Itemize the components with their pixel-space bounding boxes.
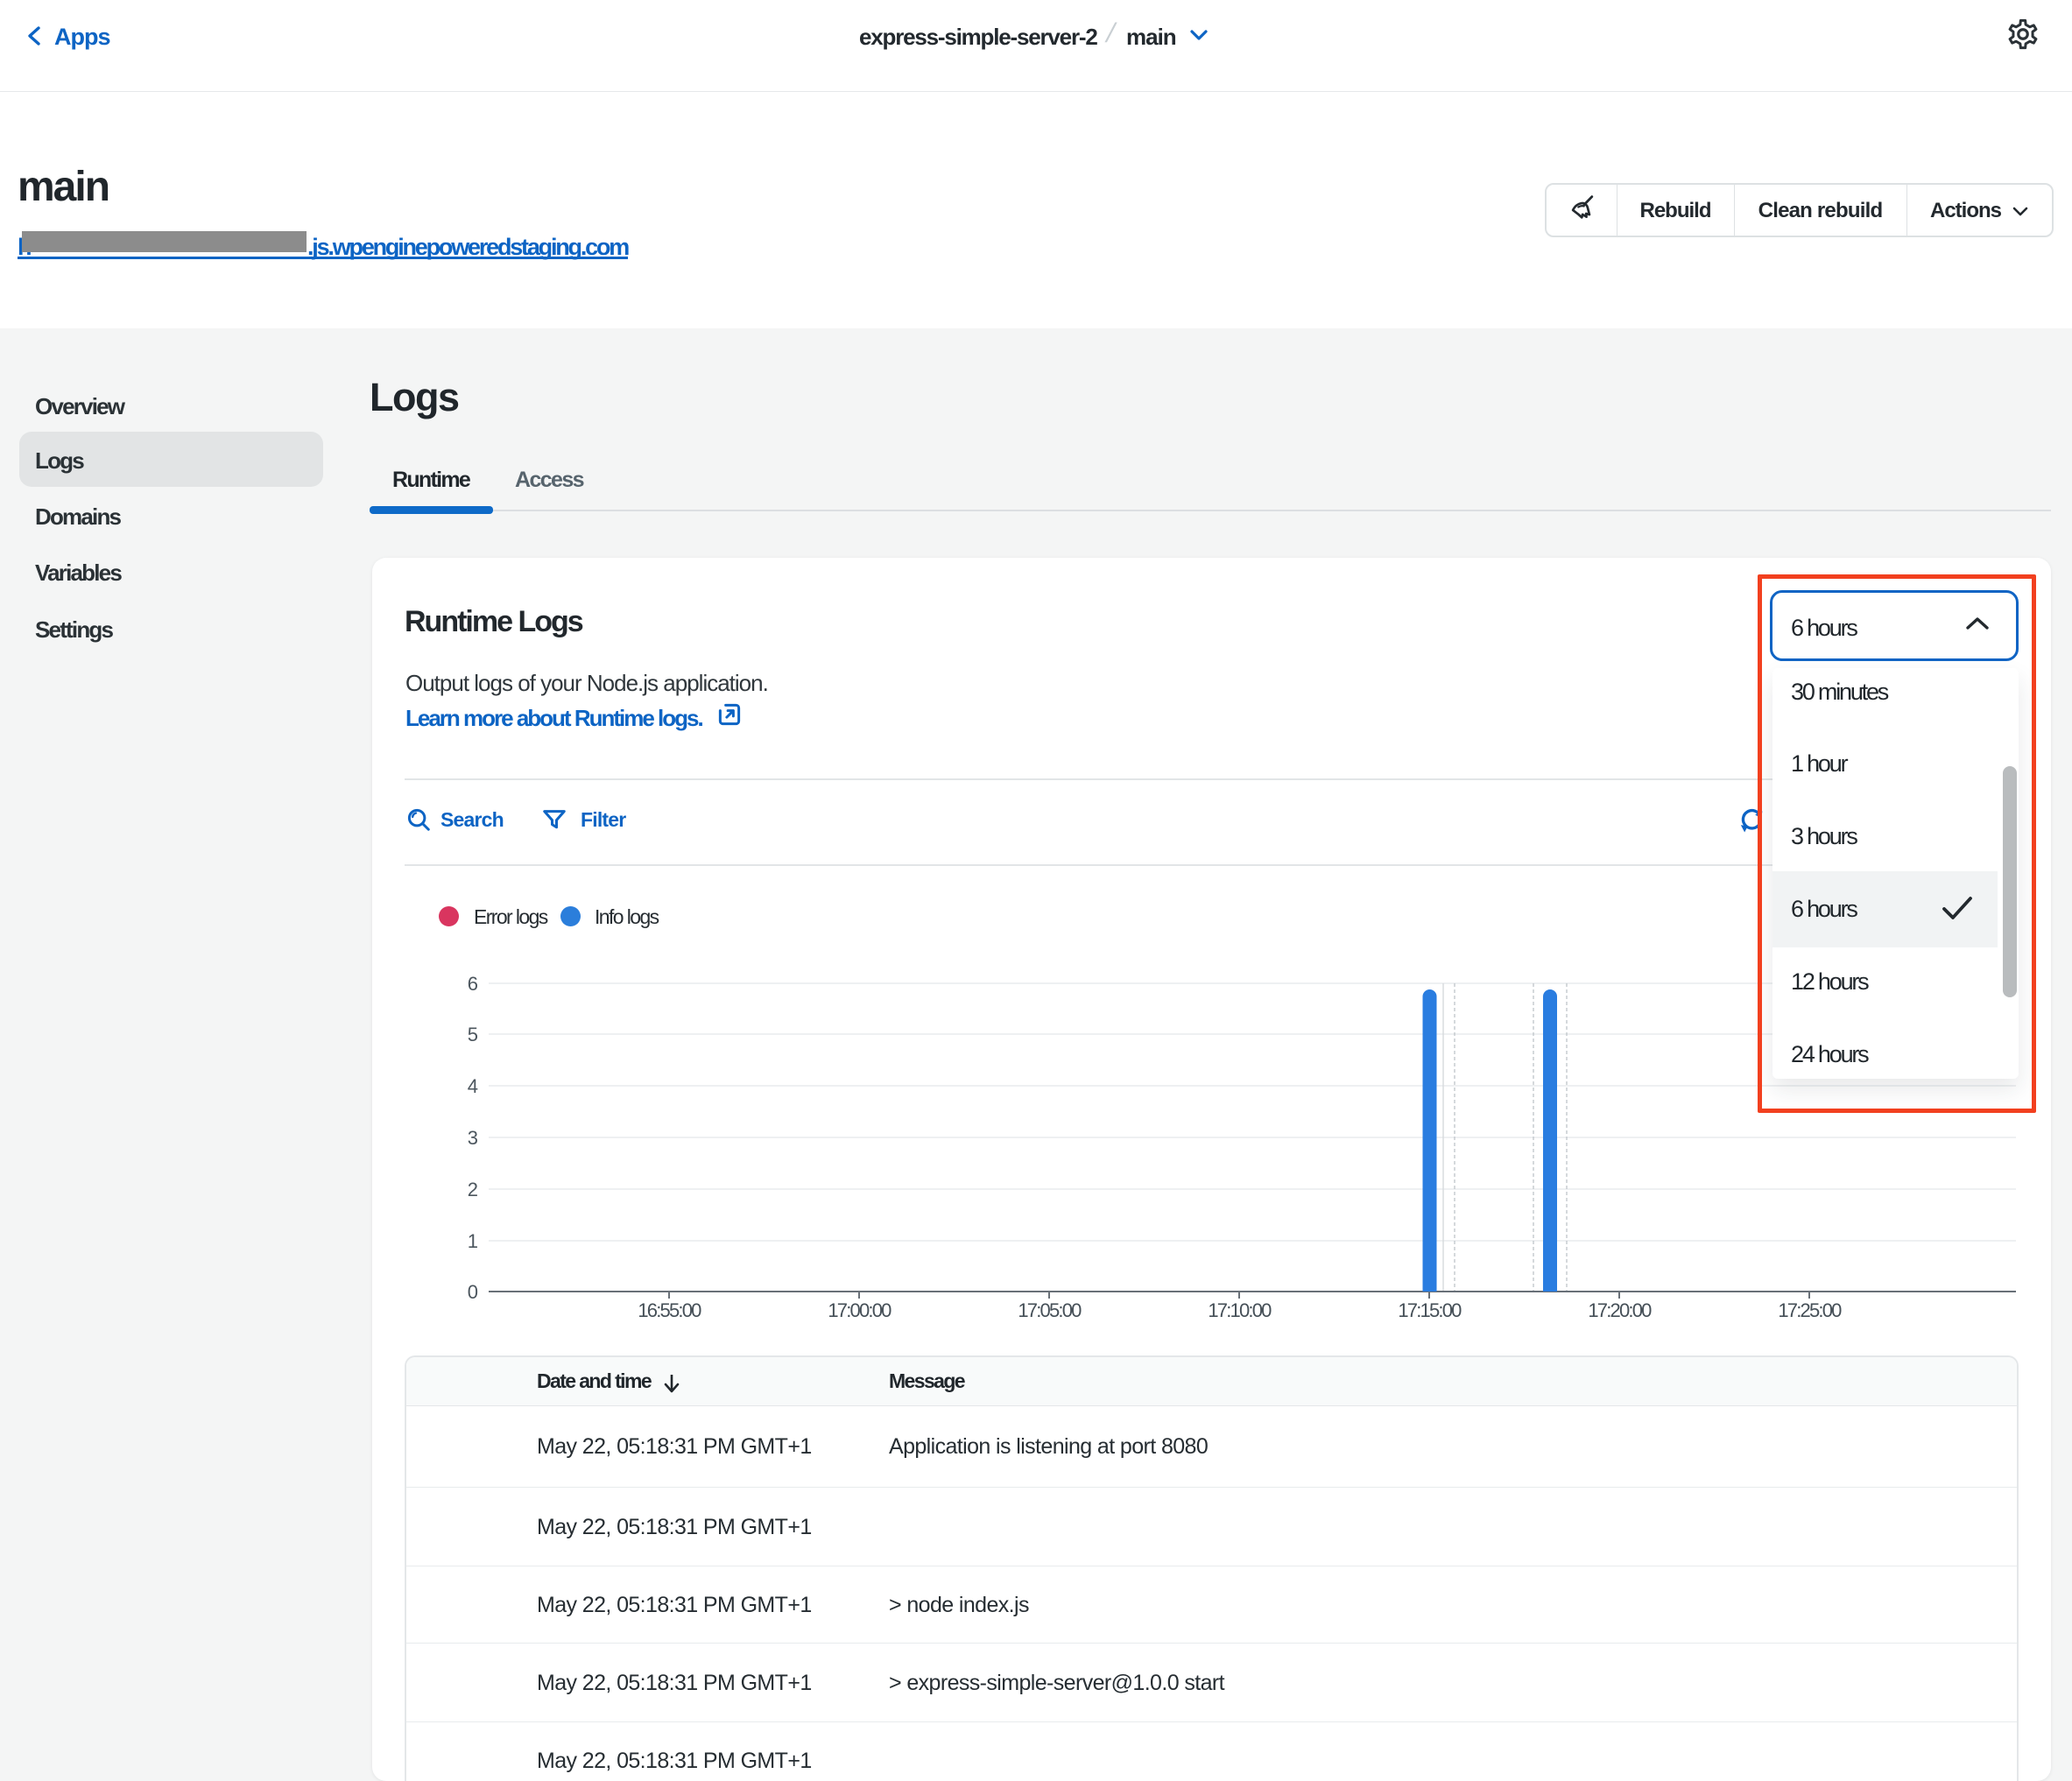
svg-text:0: 0	[468, 1281, 478, 1303]
svg-text:16:55:00: 16:55:00	[638, 1299, 701, 1321]
svg-text:17:10:00: 17:10:00	[1208, 1299, 1272, 1321]
svg-text:2: 2	[468, 1179, 478, 1200]
svg-text:1: 1	[468, 1230, 478, 1252]
svg-text:17:00:00: 17:00:00	[828, 1299, 892, 1321]
svg-text:3: 3	[468, 1127, 478, 1149]
svg-text:17:15:00: 17:15:00	[1398, 1299, 1462, 1321]
svg-text:17:05:00: 17:05:00	[1018, 1299, 1082, 1321]
svg-text:6: 6	[468, 973, 478, 995]
svg-text:17:20:00: 17:20:00	[1588, 1299, 1652, 1321]
svg-text:4: 4	[468, 1075, 478, 1097]
svg-text:5: 5	[468, 1024, 478, 1045]
svg-text:17:25:00: 17:25:00	[1778, 1299, 1842, 1321]
